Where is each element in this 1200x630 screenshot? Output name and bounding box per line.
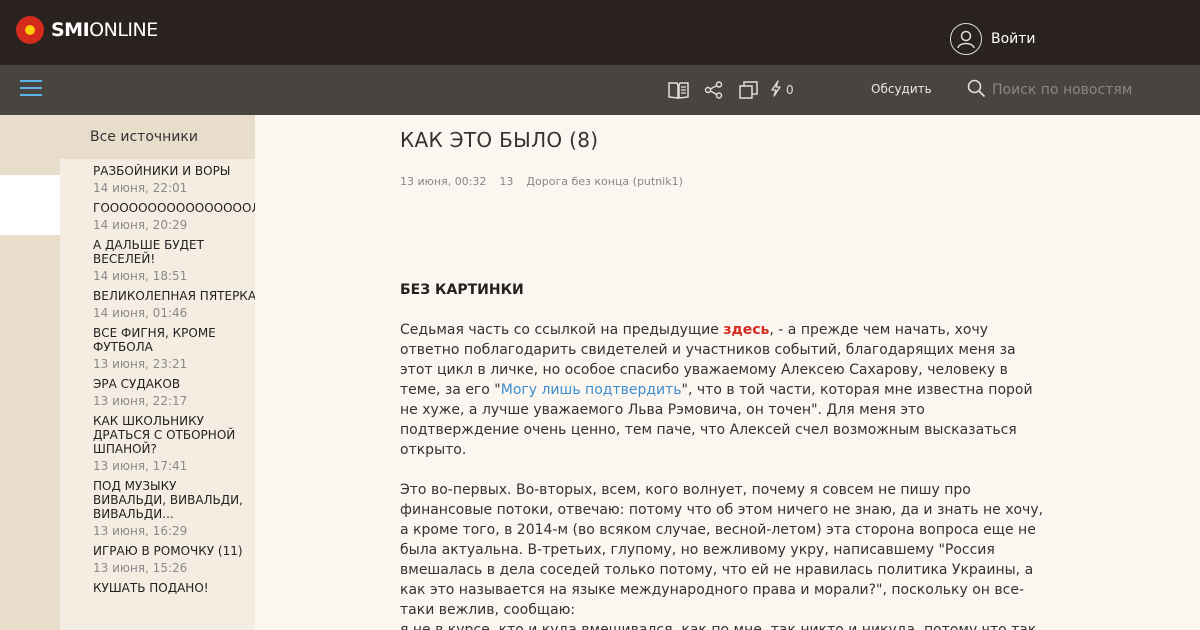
list-item[interactable]: ВСЕ ФИГНЯ, КРОМЕ ФУТБОЛА 13 июня, 23:21: [60, 321, 255, 372]
search-box: [967, 78, 1182, 102]
book-icon[interactable]: [668, 80, 689, 100]
list-item-date: 14 июня, 22:01: [93, 181, 188, 195]
list-item-date: 14 июня, 18:51: [93, 269, 188, 283]
list-item-date: 13 июня, 22:17: [93, 394, 188, 408]
list-item[interactable]: КАК ШКОЛЬНИКУ ДРАТЬСЯ С ОТБОРНОЙ ШПАНОЙ?…: [60, 409, 255, 474]
list-item[interactable]: ГООООООООООООООООЛ 14 июня, 20:29: [60, 196, 255, 233]
menu-icon[interactable]: [20, 80, 42, 100]
all-sources-tab[interactable]: Все источники: [60, 115, 255, 159]
top-header: SMIONLINE Войти: [0, 0, 1200, 65]
search-input[interactable]: [992, 78, 1182, 102]
article-views: 13: [499, 175, 514, 188]
list-item[interactable]: ЭРА СУДАКОВ 13 июня, 22:17: [60, 372, 255, 409]
share-icon[interactable]: [704, 80, 723, 100]
logo-icon: [16, 16, 44, 44]
copy-icon[interactable]: [739, 80, 758, 100]
list-item-title: А ДАЛЬШЕ БУДЕТ ВЕСЕЛЕЙ!: [93, 238, 204, 266]
list-item-title: ПОД МУЗЫКУ ВИВАЛЬДИ, ВИВАЛЬДИ, ВИВАЛЬДИ.…: [93, 479, 243, 521]
article-meta: 13 июня, 00:32 13 Дорога без конца (putn…: [400, 175, 1045, 188]
list-item-title: ИГРАЮ В РОМОЧКУ (11): [93, 544, 243, 558]
list-item-title: ВЕЛИКОЛЕПНАЯ ПЯТЕРКА: [93, 289, 255, 303]
list-item-title: ЭРА СУДАКОВ: [93, 377, 181, 391]
list-item-title: ВСЕ ФИГНЯ, КРОМЕ ФУТБОЛА: [93, 326, 216, 354]
reactions-counter[interactable]: 0: [770, 79, 794, 101]
article: КАК ЭТО БЫЛО (8) 13 июня, 00:32 13 Дорог…: [400, 128, 1045, 630]
list-item-date: 13 июня, 16:29: [93, 524, 188, 538]
list-item[interactable]: А ДАЛЬШЕ БУДЕТ ВЕСЕЛЕЙ! 14 июня, 18:51: [60, 233, 255, 284]
article-paragraph: Седьмая часть со ссылкой на предыдущие з…: [400, 322, 1033, 458]
list-item-date: 13 июня, 15:26: [93, 561, 188, 575]
article-paragraph: я не в курсе, кто и куда вмешивался, как…: [400, 622, 1037, 630]
article-author[interactable]: Дорога без конца (putnik1): [526, 175, 683, 188]
article-date: 13 июня, 00:32: [400, 175, 487, 188]
user-icon: [950, 23, 982, 55]
lightning-icon: [770, 79, 782, 101]
list-item-date: 14 июня, 20:29: [93, 218, 188, 232]
list-item-title: РАЗБОЙНИКИ И ВОРЫ: [93, 164, 231, 178]
login-label: Войти: [991, 31, 1036, 47]
article-paragraph: Это во-первых. Во-вторых, всем, кого вол…: [400, 482, 1044, 618]
sources-sidebar: Все источники РАЗБОЙНИКИ И ВОРЫ 14 июня,…: [60, 115, 255, 630]
list-item-date: 13 июня, 23:21: [93, 357, 188, 371]
list-item[interactable]: ИГРАЮ В РОМОЧКУ (11) 13 июня, 15:26: [60, 539, 255, 576]
search-icon[interactable]: [967, 79, 986, 102]
gutter-highlight: [0, 175, 60, 235]
previous-parts-link[interactable]: здесь: [723, 322, 769, 338]
list-item-title: КУШАТЬ ПОДАНО!: [93, 581, 209, 595]
site-logo[interactable]: SMIONLINE: [16, 14, 158, 46]
login-button[interactable]: Войти: [950, 23, 1036, 55]
reactions-count: 0: [786, 83, 794, 97]
list-item-date: 14 июня, 01:46: [93, 306, 188, 320]
list-item[interactable]: КУШАТЬ ПОДАНО!: [60, 576, 255, 595]
confirmation-link[interactable]: Могу лишь подтвердить: [501, 382, 682, 398]
logo-text: SMIONLINE: [51, 19, 158, 41]
list-item-date: 13 июня, 17:41: [93, 459, 188, 473]
list-item[interactable]: РАЗБОЙНИКИ И ВОРЫ 14 июня, 22:01: [60, 159, 255, 196]
article-title: КАК ЭТО БЫЛО (8): [400, 128, 599, 152]
list-item-title: КАК ШКОЛЬНИКУ ДРАТЬСЯ С ОТБОРНОЙ ШПАНОЙ?: [93, 414, 236, 456]
list-item-title: ГООООООООООООООООЛ: [93, 201, 255, 215]
list-item[interactable]: ПОД МУЗЫКУ ВИВАЛЬДИ, ВИВАЛЬДИ, ВИВАЛЬДИ.…: [60, 474, 255, 539]
list-item[interactable]: ВЕЛИКОЛЕПНАЯ ПЯТЕРКА 14 июня, 01:46: [60, 284, 255, 321]
article-subhead: БЕЗ КАРТИНКИ: [400, 282, 524, 298]
discuss-button[interactable]: Обсудить: [871, 82, 932, 96]
toolbar: 0 Обсудить: [0, 65, 1200, 115]
